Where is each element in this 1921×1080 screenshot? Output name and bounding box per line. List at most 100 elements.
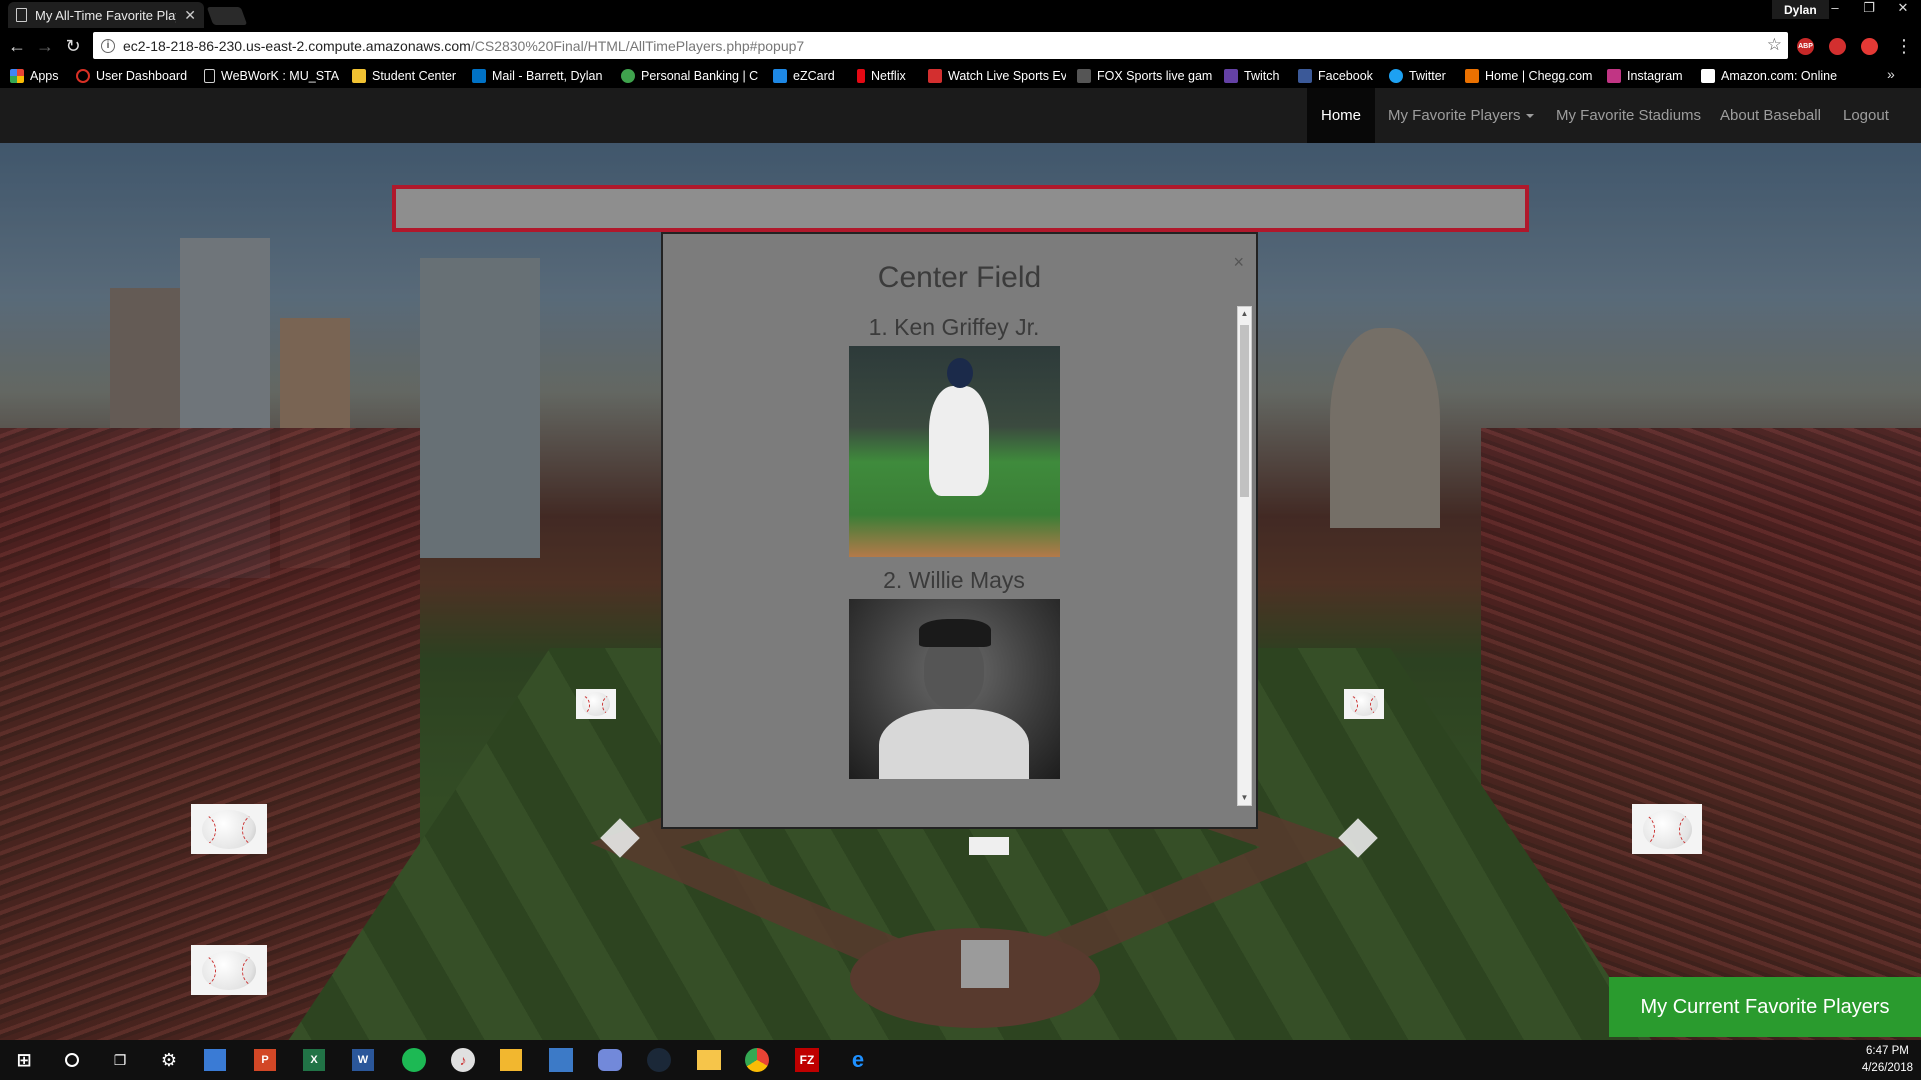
itunes-icon[interactable]: ♪ <box>451 1048 475 1072</box>
extension-red-icon[interactable] <box>1829 38 1846 55</box>
close-tab-icon[interactable]: ✕ <box>184 7 196 24</box>
position-marker-utility[interactable] <box>191 945 267 995</box>
nav-about-baseball[interactable]: About Baseball <box>1706 88 1835 143</box>
netflix-icon <box>857 69 865 83</box>
position-marker-left-field[interactable] <box>576 689 616 719</box>
browser-menu-icon[interactable]: ⋮ <box>1895 36 1913 57</box>
app-icon[interactable] <box>204 1049 226 1071</box>
powerpoint-icon[interactable]: P <box>254 1049 276 1071</box>
tab-strip: My All-Time Favorite Play ✕ Dylan – ❐ ✕ <box>0 0 1921 28</box>
sports-icon <box>928 69 942 83</box>
minimize-icon[interactable]: – <box>1818 0 1852 18</box>
edge-icon[interactable]: e <box>844 1046 872 1074</box>
app-icon-2[interactable] <box>500 1049 522 1071</box>
reload-icon[interactable]: ↻ <box>63 36 83 56</box>
bookmark-fox-sports[interactable]: FOX Sports live gam <box>1077 67 1215 85</box>
dashboard-icon <box>76 69 90 83</box>
extension-red-icon-2[interactable] <box>1861 38 1878 55</box>
position-marker-dh[interactable] <box>191 804 267 854</box>
more-bookmarks-icon[interactable]: » <box>1887 66 1895 82</box>
bank-icon <box>621 69 635 83</box>
settings-gear-icon[interactable]: ⚙ <box>155 1046 183 1074</box>
site-info-icon[interactable]: i <box>101 38 115 53</box>
adblock-icon[interactable]: ABP <box>1797 38 1814 55</box>
excel-icon[interactable]: X <box>303 1049 325 1071</box>
baseball-icon <box>1642 809 1692 849</box>
bookmark-webwork[interactable]: WeBWorK : MU_STA <box>204 67 342 85</box>
steam-icon[interactable] <box>647 1048 671 1072</box>
url-host: ec2-18-218-86-230.us-east-2.compute.amaz… <box>123 37 471 54</box>
chegg-icon <box>1465 69 1479 83</box>
ezcard-icon <box>773 69 787 83</box>
bookmark-ezcard[interactable]: eZCard <box>773 67 835 85</box>
scroll-up-icon[interactable]: ▲ <box>1238 307 1251 321</box>
word-icon[interactable]: W <box>352 1049 374 1071</box>
twitter-icon <box>1389 69 1403 83</box>
discord-icon[interactable] <box>598 1049 622 1071</box>
close-icon[interactable]: × <box>1233 252 1244 273</box>
bookmark-user-dashboard[interactable]: User Dashboard <box>76 67 187 85</box>
nav-my-favorite-stadiums[interactable]: My Favorite Stadiums <box>1542 88 1715 143</box>
position-marker-bullpen[interactable] <box>1632 804 1702 854</box>
bookmark-chegg[interactable]: Home | Chegg.com <box>1465 67 1592 85</box>
close-window-icon[interactable]: ✕ <box>1886 0 1920 18</box>
bookmark-amazon[interactable]: Amazon.com: Online <box>1701 67 1839 85</box>
url-path: /CS2830%20Final/HTML/AllTimePlayers.php#… <box>470 37 805 54</box>
forward-icon[interactable]: → <box>35 36 55 56</box>
player-figure <box>928 386 989 496</box>
browser-tab[interactable]: My All-Time Favorite Play ✕ <box>8 2 204 28</box>
bookmark-twitter[interactable]: Twitter <box>1389 67 1446 85</box>
system-clock[interactable]: 6:47 PM 4/26/2018 <box>1862 1043 1913 1077</box>
catcher-marker[interactable] <box>961 940 1009 988</box>
pitcher-marker[interactable] <box>969 837 1009 855</box>
bookmark-twitch[interactable]: Twitch <box>1224 67 1279 85</box>
nav-my-favorite-players[interactable]: My Favorite Players <box>1374 88 1548 143</box>
apps-grid-icon <box>10 69 24 83</box>
scroll-down-icon[interactable]: ▼ <box>1238 791 1251 805</box>
twitch-icon <box>1224 69 1238 83</box>
restore-icon[interactable]: ❐ <box>1852 0 1886 18</box>
nav-logout[interactable]: Logout <box>1829 88 1903 143</box>
bookmark-apps[interactable]: Apps <box>10 67 59 85</box>
bookmark-live-sports[interactable]: Watch Live Sports Ev <box>928 67 1066 85</box>
filezilla-icon[interactable]: FZ <box>795 1048 819 1072</box>
bookmark-mail[interactable]: Mail - Barrett, Dylan <box>472 67 608 85</box>
popup-scroll-area[interactable]: 1. Ken Griffey Jr. 2. Willie Mays <box>673 304 1235 806</box>
player-photo-mays <box>848 599 1060 779</box>
app-icon-3[interactable] <box>549 1048 573 1072</box>
bookmark-student-center[interactable]: Student Center <box>352 67 456 85</box>
popup-scrollbar[interactable]: ▲ ▼ <box>1237 306 1252 806</box>
windows-taskbar: ⊞ ❐ ⚙ P X W ♪ FZ e 6:47 PM 4/26/2018 <box>0 1040 1921 1080</box>
back-icon[interactable]: ← <box>7 36 27 56</box>
tab-title: My All-Time Favorite Play <box>35 7 177 23</box>
bookmark-banking[interactable]: Personal Banking | C <box>621 67 761 85</box>
page-header-box <box>392 185 1529 232</box>
task-view-icon[interactable]: ❐ <box>106 1046 134 1074</box>
page-icon <box>16 8 27 22</box>
player-helmet <box>946 358 973 388</box>
caret-down-icon <box>1525 114 1534 119</box>
spotify-icon[interactable] <box>402 1048 426 1072</box>
instagram-icon <box>1607 69 1621 83</box>
bookmark-star-icon[interactable]: ☆ <box>1767 35 1782 55</box>
bookmark-instagram[interactable]: Instagram <box>1607 67 1683 85</box>
player-entry: 2. Willie Mays <box>673 565 1235 779</box>
nav-players-label: My Favorite Players <box>1388 107 1521 124</box>
player-photo-griffey <box>848 346 1060 557</box>
page-content: Home My Favorite Players My Favorite Sta… <box>0 88 1921 1040</box>
popup-title: Center Field <box>877 261 1042 294</box>
bookmark-facebook[interactable]: Facebook <box>1298 67 1373 85</box>
file-explorer-icon[interactable] <box>697 1050 721 1070</box>
nav-home[interactable]: Home <box>1307 88 1376 143</box>
windows-start-icon[interactable]: ⊞ <box>10 1046 38 1074</box>
current-favorite-players-button[interactable]: My Current Favorite Players <box>1609 977 1921 1037</box>
cortana-icon[interactable] <box>58 1046 86 1074</box>
scrollbar-thumb[interactable] <box>1240 325 1249 497</box>
chrome-icon[interactable] <box>745 1048 769 1072</box>
position-marker-right-field[interactable] <box>1344 689 1384 719</box>
bookmark-netflix[interactable]: Netflix <box>857 67 906 85</box>
browser-toolbar: ← → ↻ i ec2-18-218-86-230.us-east-2.comp… <box>0 28 1921 64</box>
outlook-icon <box>472 69 486 83</box>
new-tab-button[interactable] <box>206 7 248 25</box>
address-bar[interactable]: i ec2-18-218-86-230.us-east-2.compute.am… <box>93 32 1788 59</box>
